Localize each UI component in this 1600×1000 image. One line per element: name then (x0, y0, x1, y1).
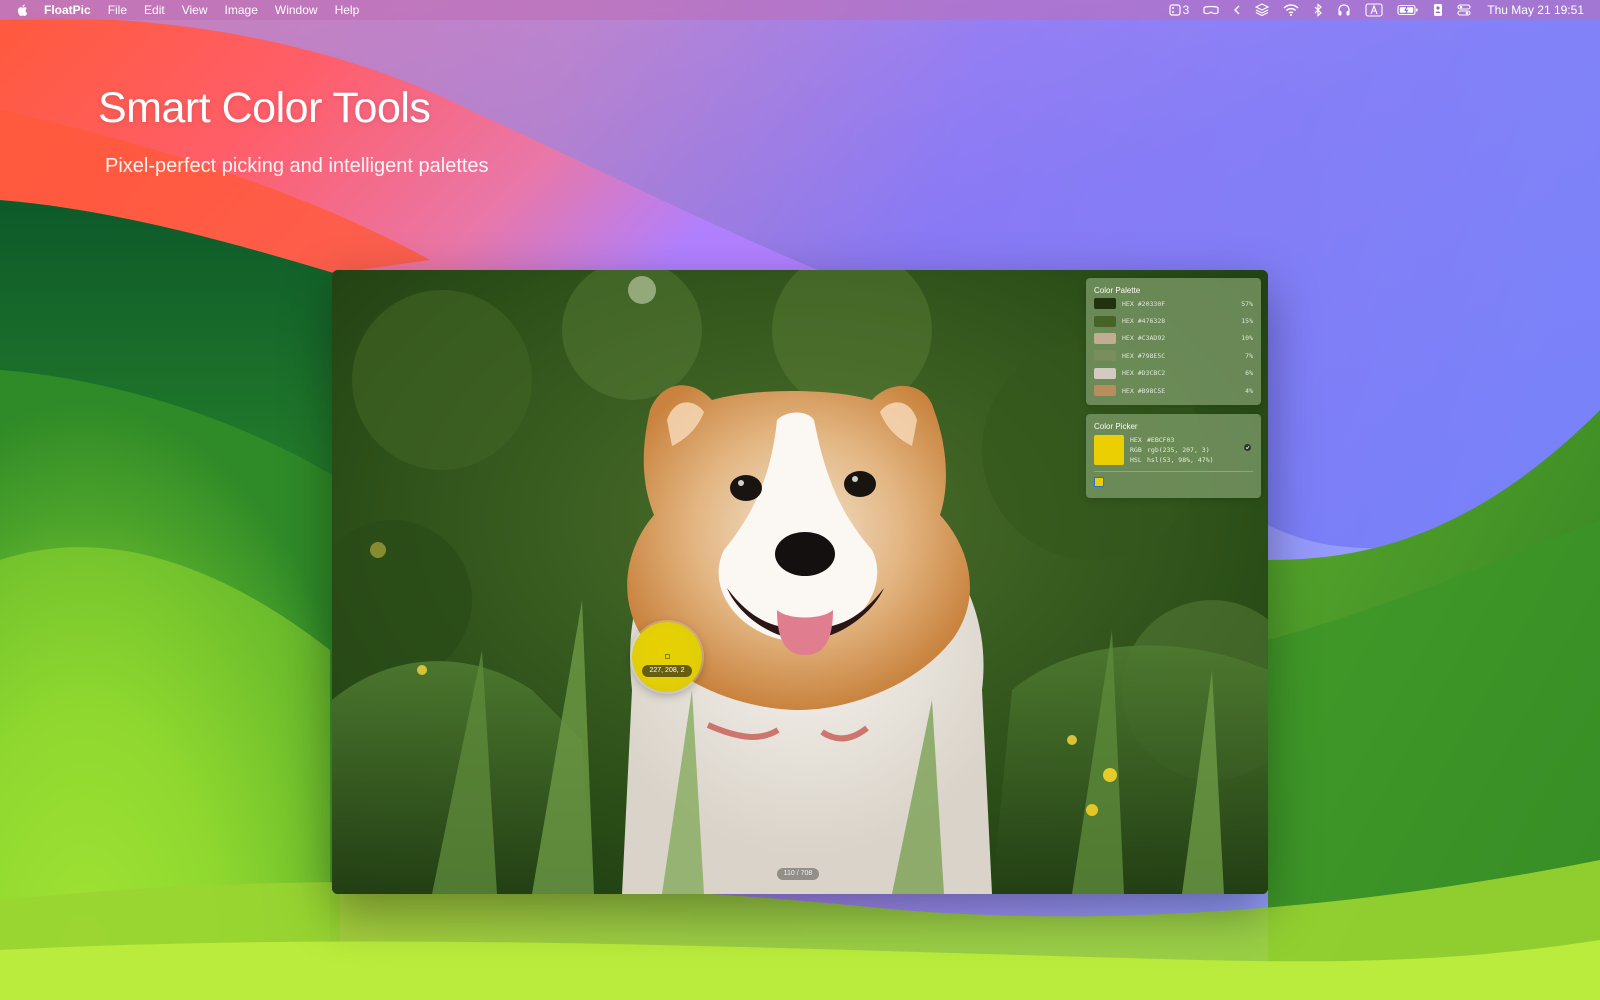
picker-rgb-value: rgb(235, 207, 3) (1147, 446, 1210, 454)
menu-edit[interactable]: Edit (144, 3, 165, 17)
picker-hex-row[interactable]: HEX #EBCF03 (1130, 435, 1214, 445)
color-picker-panel: Color Picker HEX #EBCF03 RGB rgb(235, 207,… (1086, 414, 1261, 498)
palette-hex-value: #C3AD92 (1137, 334, 1166, 343)
palette-swatch (1094, 315, 1116, 327)
menu-view[interactable]: View (182, 3, 208, 17)
palette-row[interactable]: HEX #476328 15% (1086, 312, 1261, 329)
menu-file[interactable]: File (108, 3, 127, 17)
glasses-icon[interactable] (1203, 0, 1219, 20)
picker-hex-label: HEX (1130, 436, 1142, 444)
palette-row[interactable]: HEX #C3AD92 10% (1086, 330, 1261, 347)
picker-body: HEX #EBCF03 RGB rgb(235, 207, 3) HSL hsl(53… (1086, 431, 1261, 465)
headphones-icon[interactable] (1337, 0, 1351, 20)
image-viewer-window[interactable]: 227, 208, 2 Color Palette HEX #20330F 57… (332, 270, 1268, 894)
menu-image[interactable]: Image (225, 3, 258, 17)
apple-logo-icon[interactable] (16, 3, 30, 17)
palette-hex-label: HEX (1122, 334, 1134, 343)
palette-row[interactable]: HEX #798E5C 7% (1086, 347, 1261, 364)
palette-percentage: 4% (1245, 386, 1253, 395)
palette-percentage: 15% (1241, 317, 1253, 326)
palette-hex-label: HEX (1122, 369, 1134, 378)
palette-hex-value: #B98C5E (1137, 386, 1166, 395)
menu-window[interactable]: Window (275, 3, 318, 17)
menu-help[interactable]: Help (335, 3, 360, 17)
picker-hex-value: #EBCF03 (1147, 436, 1175, 444)
history-swatch[interactable] (1094, 477, 1104, 487)
palette-percentage: 10% (1241, 334, 1253, 343)
palette-percentage: 57% (1241, 299, 1253, 308)
hero-title: Smart Color Tools (98, 84, 431, 132)
palette-swatch (1094, 332, 1116, 344)
palette-hex-value: #D3CBC2 (1137, 369, 1166, 378)
picker-rgb-label: RGB (1130, 446, 1142, 454)
loupe-crosshair (665, 654, 670, 659)
palette-hex-value: #20330F (1137, 299, 1166, 308)
palette-percentage: 6% (1245, 369, 1253, 378)
copied-check-icon[interactable] (1244, 444, 1251, 451)
picker-hsl-label: HSL (1130, 456, 1142, 464)
screen-badge-icon[interactable]: 3 (1168, 0, 1190, 20)
picker-rgb-row[interactable]: RGB rgb(235, 207, 3) (1130, 445, 1214, 455)
palette-hex-value: #798E5C (1137, 351, 1166, 360)
palette-swatch (1094, 385, 1116, 397)
menu-app-name[interactable]: FloatPic (44, 3, 91, 17)
input-source-icon[interactable] (1365, 0, 1383, 20)
color-palette-panel: Color Palette HEX #20330F 57% HEX #47632… (1086, 278, 1261, 405)
picker-title: Color Picker (1094, 422, 1138, 431)
menu-bar-status-area: 3 Thu May 21 19:51 (1155, 0, 1600, 20)
palette-hex-label: HEX (1122, 386, 1134, 395)
hero-subtitle: Pixel-perfect picking and intelligent pa… (105, 155, 489, 177)
chevron-left-icon[interactable] (1233, 0, 1241, 20)
picked-color-swatch[interactable] (1094, 435, 1124, 465)
wifi-icon[interactable] (1283, 0, 1299, 20)
palette-title: Color Palette (1094, 286, 1141, 295)
palette-row[interactable]: HEX #D3CBC2 6% (1086, 365, 1261, 382)
menu-bar-clock[interactable]: Thu May 21 19:51 (1487, 0, 1584, 20)
palette-swatch (1094, 367, 1116, 379)
palette-row[interactable]: HEX #B98C5E 4% (1086, 382, 1261, 399)
bluetooth-icon[interactable] (1313, 0, 1323, 20)
palette-hex-label: HEX (1122, 351, 1134, 360)
control-center-icon[interactable] (1457, 0, 1471, 20)
picker-hsl-row[interactable]: HSL hsl(53, 98%, 47%) (1130, 455, 1214, 465)
battery-icon[interactable] (1397, 0, 1419, 20)
user-icon[interactable] (1433, 0, 1443, 20)
picker-history (1086, 472, 1261, 492)
page-counter: 110 / 708 (777, 868, 819, 880)
picker-values: HEX #EBCF03 RGB rgb(235, 207, 3) HSL hsl(53… (1130, 435, 1214, 465)
layers-icon[interactable] (1255, 0, 1270, 20)
palette-hex-value: #476328 (1137, 317, 1166, 326)
screen-badge-count: 3 (1182, 3, 1190, 17)
palette-swatch (1094, 298, 1116, 310)
palette-row[interactable]: HEX #20330F 57% (1086, 295, 1261, 312)
menu-bar: FloatPic File Edit View Image Window Hel… (0, 0, 1600, 20)
picker-hsl-value: hsl(53, 98%, 47%) (1147, 456, 1214, 464)
palette-hex-label: HEX (1122, 299, 1134, 308)
palette-percentage: 7% (1245, 351, 1253, 360)
loupe-rgb-label: 227, 208, 2 (642, 665, 692, 677)
palette-hex-label: HEX (1122, 317, 1134, 326)
palette-swatch (1094, 350, 1116, 362)
color-picker-loupe[interactable]: 227, 208, 2 (632, 622, 702, 692)
